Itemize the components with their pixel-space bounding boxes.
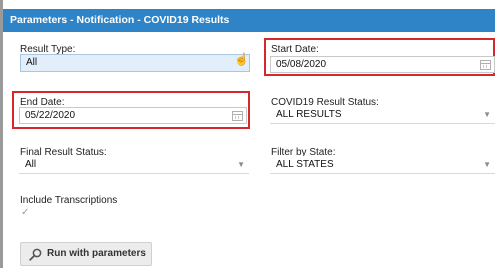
state-filter-select[interactable]: ALL STATES ▼ xyxy=(270,156,495,173)
start-date-label: Start Date: xyxy=(271,44,319,55)
window-edge xyxy=(0,0,3,268)
state-filter-value: ALL STATES xyxy=(276,159,334,170)
covid-status-underline xyxy=(270,123,495,124)
end-date-input[interactable]: 05/22/2020 xyxy=(19,107,247,124)
chevron-down-icon: ▼ xyxy=(483,110,491,119)
end-date-value: 05/22/2020 xyxy=(25,110,76,121)
final-status-value: All xyxy=(25,159,37,170)
result-type-value: All xyxy=(26,57,38,68)
final-status-select[interactable]: All ▼ xyxy=(19,156,249,173)
start-date-value: 05/08/2020 xyxy=(276,59,327,70)
calendar-icon[interactable] xyxy=(480,60,491,70)
chevron-down-icon: ▼ xyxy=(483,160,491,169)
run-button-label: Run with parameters xyxy=(47,248,146,259)
hand-cursor-icon: ☝ xyxy=(234,52,249,66)
chevron-down-icon: ▼ xyxy=(237,160,245,169)
search-icon xyxy=(29,248,42,261)
calendar-icon[interactable] xyxy=(232,111,243,121)
dialog-title: Parameters - Notification - COVID19 Resu… xyxy=(3,9,495,32)
start-date-input[interactable]: 05/08/2020 xyxy=(270,56,495,73)
final-status-underline xyxy=(19,173,249,174)
covid-status-select[interactable]: ALL RESULTS ▼ xyxy=(270,106,495,123)
covid-status-value: ALL RESULTS xyxy=(276,109,342,120)
run-with-parameters-button[interactable]: Run with parameters xyxy=(20,242,152,266)
state-filter-underline xyxy=(270,173,495,174)
result-type-select[interactable]: All xyxy=(20,54,250,72)
include-transcriptions-label: Include Transcriptions xyxy=(20,195,118,206)
include-transcriptions-checkbox[interactable]: ✓ xyxy=(21,207,32,218)
